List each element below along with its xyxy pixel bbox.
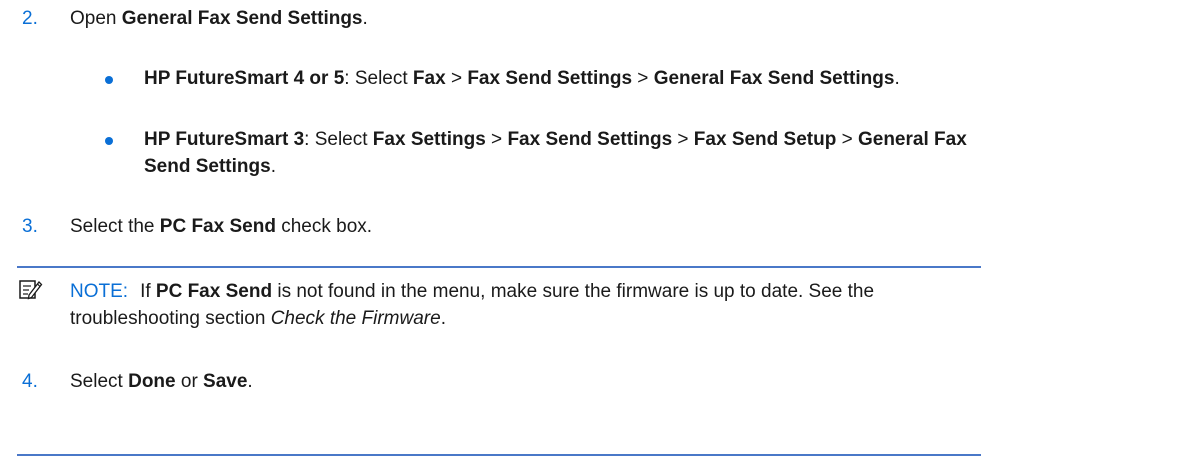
menu-target: General Fax Send Settings — [121, 8, 363, 29]
note-end: . — [440, 308, 446, 329]
option-done: Done — [128, 371, 176, 392]
menu-path-1: Fax — [412, 68, 446, 89]
bullet-icon — [105, 137, 113, 145]
note-box: NOTE: If PC Fax Send is not found in the … — [17, 266, 981, 456]
step-text: Open General Fax Send Settings. — [70, 5, 368, 32]
step-suffix: . — [362, 8, 368, 29]
step-number: 4. — [22, 371, 38, 392]
step-prefix: Select — [70, 371, 129, 392]
path-separator: > — [485, 129, 508, 150]
option-save: Save — [203, 371, 248, 392]
step-mid: or — [175, 371, 204, 392]
step-prefix: Select the — [70, 216, 160, 237]
bullet-icon — [105, 76, 113, 84]
step-number: 2. — [22, 8, 38, 29]
bullet-text: HP FutureSmart 3: Select Fax Settings > … — [144, 126, 1004, 180]
menu-path-2: Fax Send Settings — [507, 129, 673, 150]
step-number: 3. — [22, 216, 38, 237]
path-separator: > — [632, 68, 654, 89]
note-text: If — [140, 281, 156, 302]
note-body: NOTE: If PC Fax Send is not found in the … — [70, 278, 950, 332]
step-suffix: check box. — [275, 216, 373, 237]
bullet-prefix: : Select — [304, 129, 373, 150]
step-suffix: . — [247, 371, 253, 392]
bullet-end: . — [270, 156, 276, 177]
bullet-text: HP FutureSmart 4 or 5: Select Fax > Fax … — [144, 65, 1004, 92]
note-pencil-icon — [19, 280, 43, 300]
note-reference: Check the Firmware — [270, 308, 441, 329]
path-separator: > — [445, 68, 468, 89]
step-text: Select Done or Save. — [70, 368, 253, 395]
note-strong: PC Fax Send — [155, 281, 273, 302]
menu-path-1: Fax Settings — [372, 129, 486, 150]
bullet-end: . — [894, 68, 900, 89]
product-name: HP FutureSmart 3 — [144, 129, 305, 150]
note-label: NOTE: — [70, 281, 129, 302]
menu-path-3: Fax Send Setup — [693, 129, 837, 150]
product-name: HP FutureSmart 4 or 5 — [144, 68, 345, 89]
step-prefix: Open — [70, 8, 122, 29]
step-text: Select the PC Fax Send check box. — [70, 213, 372, 240]
path-separator: > — [836, 129, 858, 150]
menu-path-2: Fax Send Settings — [467, 68, 633, 89]
bullet-prefix: : Select — [344, 68, 413, 89]
note-rule-top — [17, 266, 981, 268]
path-separator: > — [672, 129, 694, 150]
menu-path-3: General Fax Send Settings — [653, 68, 895, 89]
checkbox-name: PC Fax Send — [159, 216, 276, 237]
